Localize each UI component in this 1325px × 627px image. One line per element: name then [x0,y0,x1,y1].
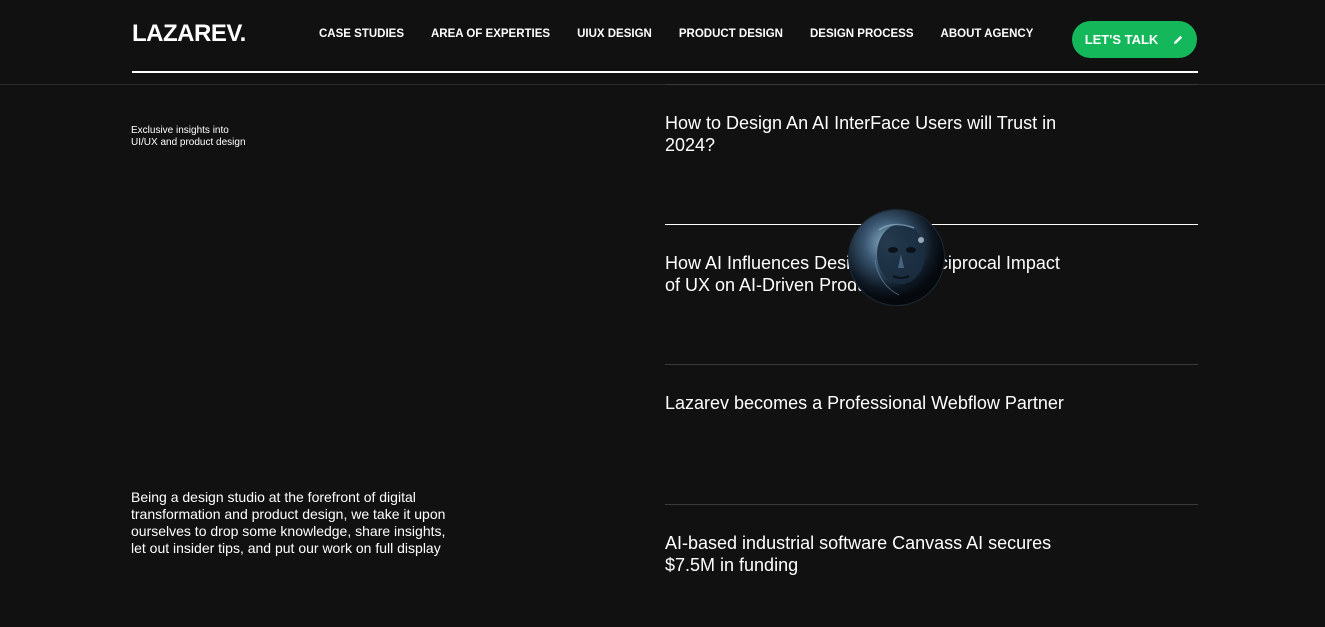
header-divider [132,71,1198,73]
nav-item-case-studies[interactable]: CASE STUDIES [319,28,404,40]
article-title: Lazarev becomes a Professional Webflow P… [665,393,1064,413]
hover-preview-image [849,210,944,305]
nav-item-product-design[interactable]: PRODUCT DESIGN [679,28,783,40]
article-item[interactable]: Lazarev becomes a Professional Webflow P… [665,364,1198,504]
nav-item-uiux-design[interactable]: UIUX DESIGN [577,28,652,40]
article-item[interactable]: AI-based industrial software Canvass AI … [665,504,1198,627]
nav-item-design-process[interactable]: DESIGN PROCESS [810,28,914,40]
top-bar: LAZAREV. CASE STUDIES AREA OF EXPERTIES … [0,0,1325,85]
article-list: How to Design An AI InterFace Users will… [665,84,1198,627]
lets-talk-button[interactable]: LET'S TALK [1072,21,1197,58]
section-tagline: Exclusive insights into UI/UX and produc… [131,125,246,148]
nav-item-area-of-experties[interactable]: AREA OF EXPERTIES [431,28,550,40]
article-title: AI-based industrial software Canvass AI … [665,533,1052,575]
main-nav: CASE STUDIES AREA OF EXPERTIES UIUX DESI… [319,28,1060,40]
article-title: How to Design An AI InterFace Users will… [665,113,1057,155]
pencil-icon [1172,34,1184,46]
section-intro: Being a design studio at the forefront o… [131,489,446,556]
page: LAZAREV. CASE STUDIES AREA OF EXPERTIES … [0,0,1325,627]
article-item[interactable]: How to Design An AI InterFace Users will… [665,84,1198,224]
logo[interactable]: LAZAREV. [132,20,246,48]
lets-talk-label: LET'S TALK [1084,32,1159,47]
nav-item-about-agency[interactable]: ABOUT AGENCY [941,28,1034,40]
